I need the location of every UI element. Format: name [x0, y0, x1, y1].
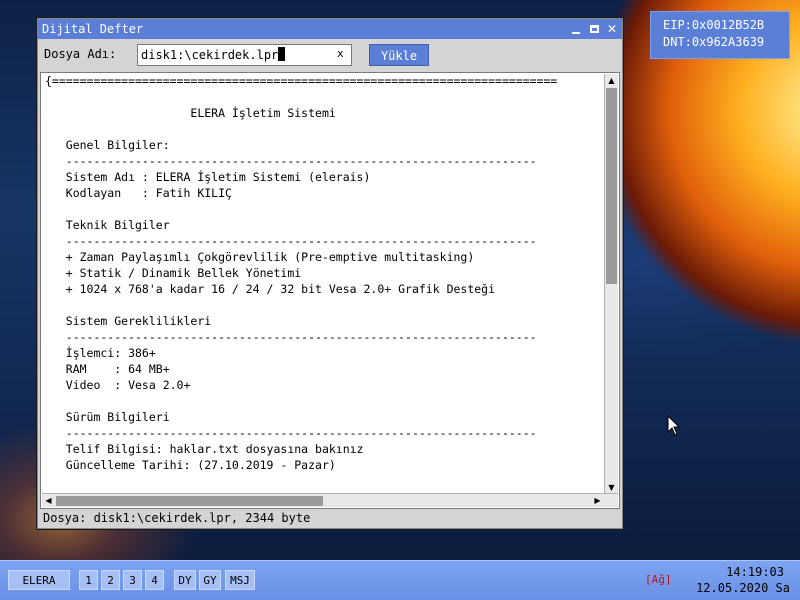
desktop-2-button[interactable]: 2 [101, 570, 120, 590]
text-line [45, 121, 605, 137]
taskbar-app-gy[interactable]: GY [199, 570, 221, 590]
text-line: İşlemci: 386+ [45, 346, 156, 360]
scroll-up-icon[interactable]: ▲ [605, 74, 618, 87]
file-name-value: disk1:\cekirdek.lpr [141, 48, 279, 62]
text-line: Sistem Gereklilikleri [45, 314, 212, 328]
text-line: + Zaman Paylaşımlı Çokgörevlilik (Pre-em… [45, 250, 475, 264]
window-titlebar[interactable]: Dijital Defter ✕ [38, 19, 622, 39]
close-icon: ✕ [606, 22, 618, 36]
desktop-3-button[interactable]: 3 [123, 570, 142, 590]
text-line [45, 201, 605, 217]
text-line: Sistem Adı : ELERA İşletim Sistemi (eler… [45, 170, 371, 184]
text-line: ----------------------------------------… [45, 234, 537, 248]
minimize-button[interactable] [568, 21, 584, 37]
text-line: ----------------------------------------… [45, 330, 537, 344]
clock-time: 14:19:03 [726, 565, 784, 579]
text-line: Genel Bilgiler: [45, 138, 170, 152]
clear-input-button[interactable]: x [337, 47, 344, 60]
dnt-value: DNT:0x962A3639 [663, 35, 765, 49]
network-status[interactable]: [Ağ] [645, 573, 672, 586]
file-name-input[interactable]: disk1:\cekirdek.lpr [137, 44, 352, 66]
status-bar: Dosya: disk1:\cekirdek.lpr, 2344 byte [43, 511, 311, 525]
text-line: Telif Bilgisi: haklar.txt dosyasına bakı… [45, 442, 364, 456]
taskbar-app-dy[interactable]: DY [174, 570, 196, 590]
text-line: Kodlayan : Fatih KILIÇ [45, 186, 232, 200]
text-line: Teknik Bilgiler [45, 218, 170, 232]
text-area[interactable]: {=======================================… [40, 72, 620, 509]
text-line: Video : Vesa 2.0+ [45, 378, 191, 392]
text-line: ----------------------------------------… [45, 426, 537, 440]
horizontal-scrollbar[interactable]: ◀ ▶ [42, 493, 618, 507]
window-title: Dijital Defter [42, 22, 144, 36]
mouse-cursor-icon [667, 415, 681, 436]
clock-date: 12.05.2020 Sa [696, 581, 790, 595]
minimize-icon [572, 32, 580, 34]
taskbar-app-msj[interactable]: MSJ [225, 570, 255, 590]
text-line: {=======================================… [45, 74, 558, 88]
text-line: ----------------------------------------… [45, 154, 537, 168]
horizontal-scroll-thumb[interactable] [56, 496, 323, 506]
taskbar: ELERA 1 2 3 4 DY GY MSJ [Ağ] 14:19:03 12… [0, 560, 800, 600]
text-content: {=======================================… [45, 73, 605, 473]
system-clock: 14:19:03 12.05.2020 Sa [696, 564, 790, 596]
text-line [45, 89, 605, 105]
maximize-button[interactable] [586, 21, 602, 37]
file-toolbar: Dosya Adı: disk1:\cekirdek.lpr x Yükle [38, 40, 622, 70]
desktop-1-button[interactable]: 1 [79, 570, 98, 590]
text-line: RAM : 64 MB+ [45, 362, 170, 376]
text-line: Sürüm Bilgileri [45, 410, 170, 424]
start-button[interactable]: ELERA [8, 570, 70, 590]
text-caret [278, 47, 286, 61]
scroll-right-icon[interactable]: ▶ [591, 494, 604, 507]
notepad-window: Dijital Defter ✕ Dosya Adı: disk1:\cekir… [36, 17, 624, 530]
scroll-left-icon[interactable]: ◀ [42, 494, 55, 507]
file-name-label: Dosya Adı: [44, 47, 117, 61]
load-button[interactable]: Yükle [369, 44, 429, 66]
window-controls: ✕ [568, 21, 620, 37]
text-line: + Statik / Dinamik Bellek Yönetimi [45, 266, 302, 280]
text-line: Güncelleme Tarihi: (27.10.2019 - Pazar) [45, 458, 336, 472]
desktop-4-button[interactable]: 4 [145, 570, 164, 590]
text-line: + 1024 x 768'a kadar 16 / 24 / 32 bit Ve… [45, 282, 496, 296]
text-line [45, 297, 605, 313]
vertical-scroll-thumb[interactable] [606, 88, 617, 284]
register-info: EIP:0x0012B52B DNT:0x962A3639 [650, 11, 790, 59]
maximize-icon [589, 25, 599, 33]
text-line [45, 393, 605, 409]
vertical-scrollbar[interactable]: ▲ ▼ [604, 74, 618, 494]
eip-value: EIP:0x0012B52B [663, 18, 765, 32]
text-line: ELERA İşletim Sistemi [45, 106, 336, 120]
close-button[interactable]: ✕ [604, 21, 620, 37]
